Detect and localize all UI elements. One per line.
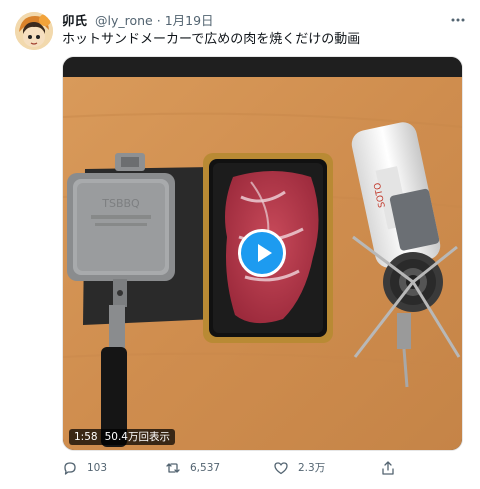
avatar-illustration <box>15 12 53 50</box>
reply-count: 103 <box>87 462 108 474</box>
tweet-header: 卯氏 @ly_rone · 1月19日 <box>62 12 462 30</box>
tweet-actions: 103 6,537 2.3万 <box>62 458 472 478</box>
retweet-button[interactable]: 6,537 <box>165 458 220 478</box>
retweet-count: 6,537 <box>190 462 221 474</box>
video-info-badge: 1:58 50.4万回表示 <box>69 429 175 445</box>
like-button[interactable]: 2.3万 <box>273 458 325 478</box>
tweet[interactable]: 卯氏 @ly_rone · 1月19日 ホットサンドメーカーで広めの肉を焼くだけ… <box>0 0 480 489</box>
video-player[interactable]: TSBBQ SOTO 1:58 50.4万回表示 <box>62 56 463 451</box>
share-icon <box>382 461 394 475</box>
reply-icon <box>64 462 76 475</box>
share-button[interactable] <box>380 458 405 478</box>
heart-icon <box>274 462 288 475</box>
video-duration: 1:58 <box>74 431 98 443</box>
user-handle[interactable]: @ly_rone <box>95 13 153 28</box>
svg-text:TSBBQ: TSBBQ <box>101 197 140 210</box>
display-name[interactable]: 卯氏 <box>62 13 87 28</box>
more-horizontal-icon <box>451 18 465 22</box>
like-count: 2.3万 <box>298 462 326 474</box>
video-views: 50.4万回表示 <box>104 431 170 443</box>
avatar[interactable] <box>15 12 53 50</box>
reply-button[interactable]: 103 <box>62 458 107 478</box>
more-options-button[interactable] <box>448 12 468 30</box>
tweet-text: ホットサンドメーカーで広めの肉を焼くだけの動画 <box>62 32 361 47</box>
separator-dot: · <box>156 13 161 28</box>
play-button[interactable] <box>238 229 286 277</box>
retweet-icon <box>166 463 180 473</box>
tweet-date[interactable]: 1月19日 <box>165 13 214 28</box>
